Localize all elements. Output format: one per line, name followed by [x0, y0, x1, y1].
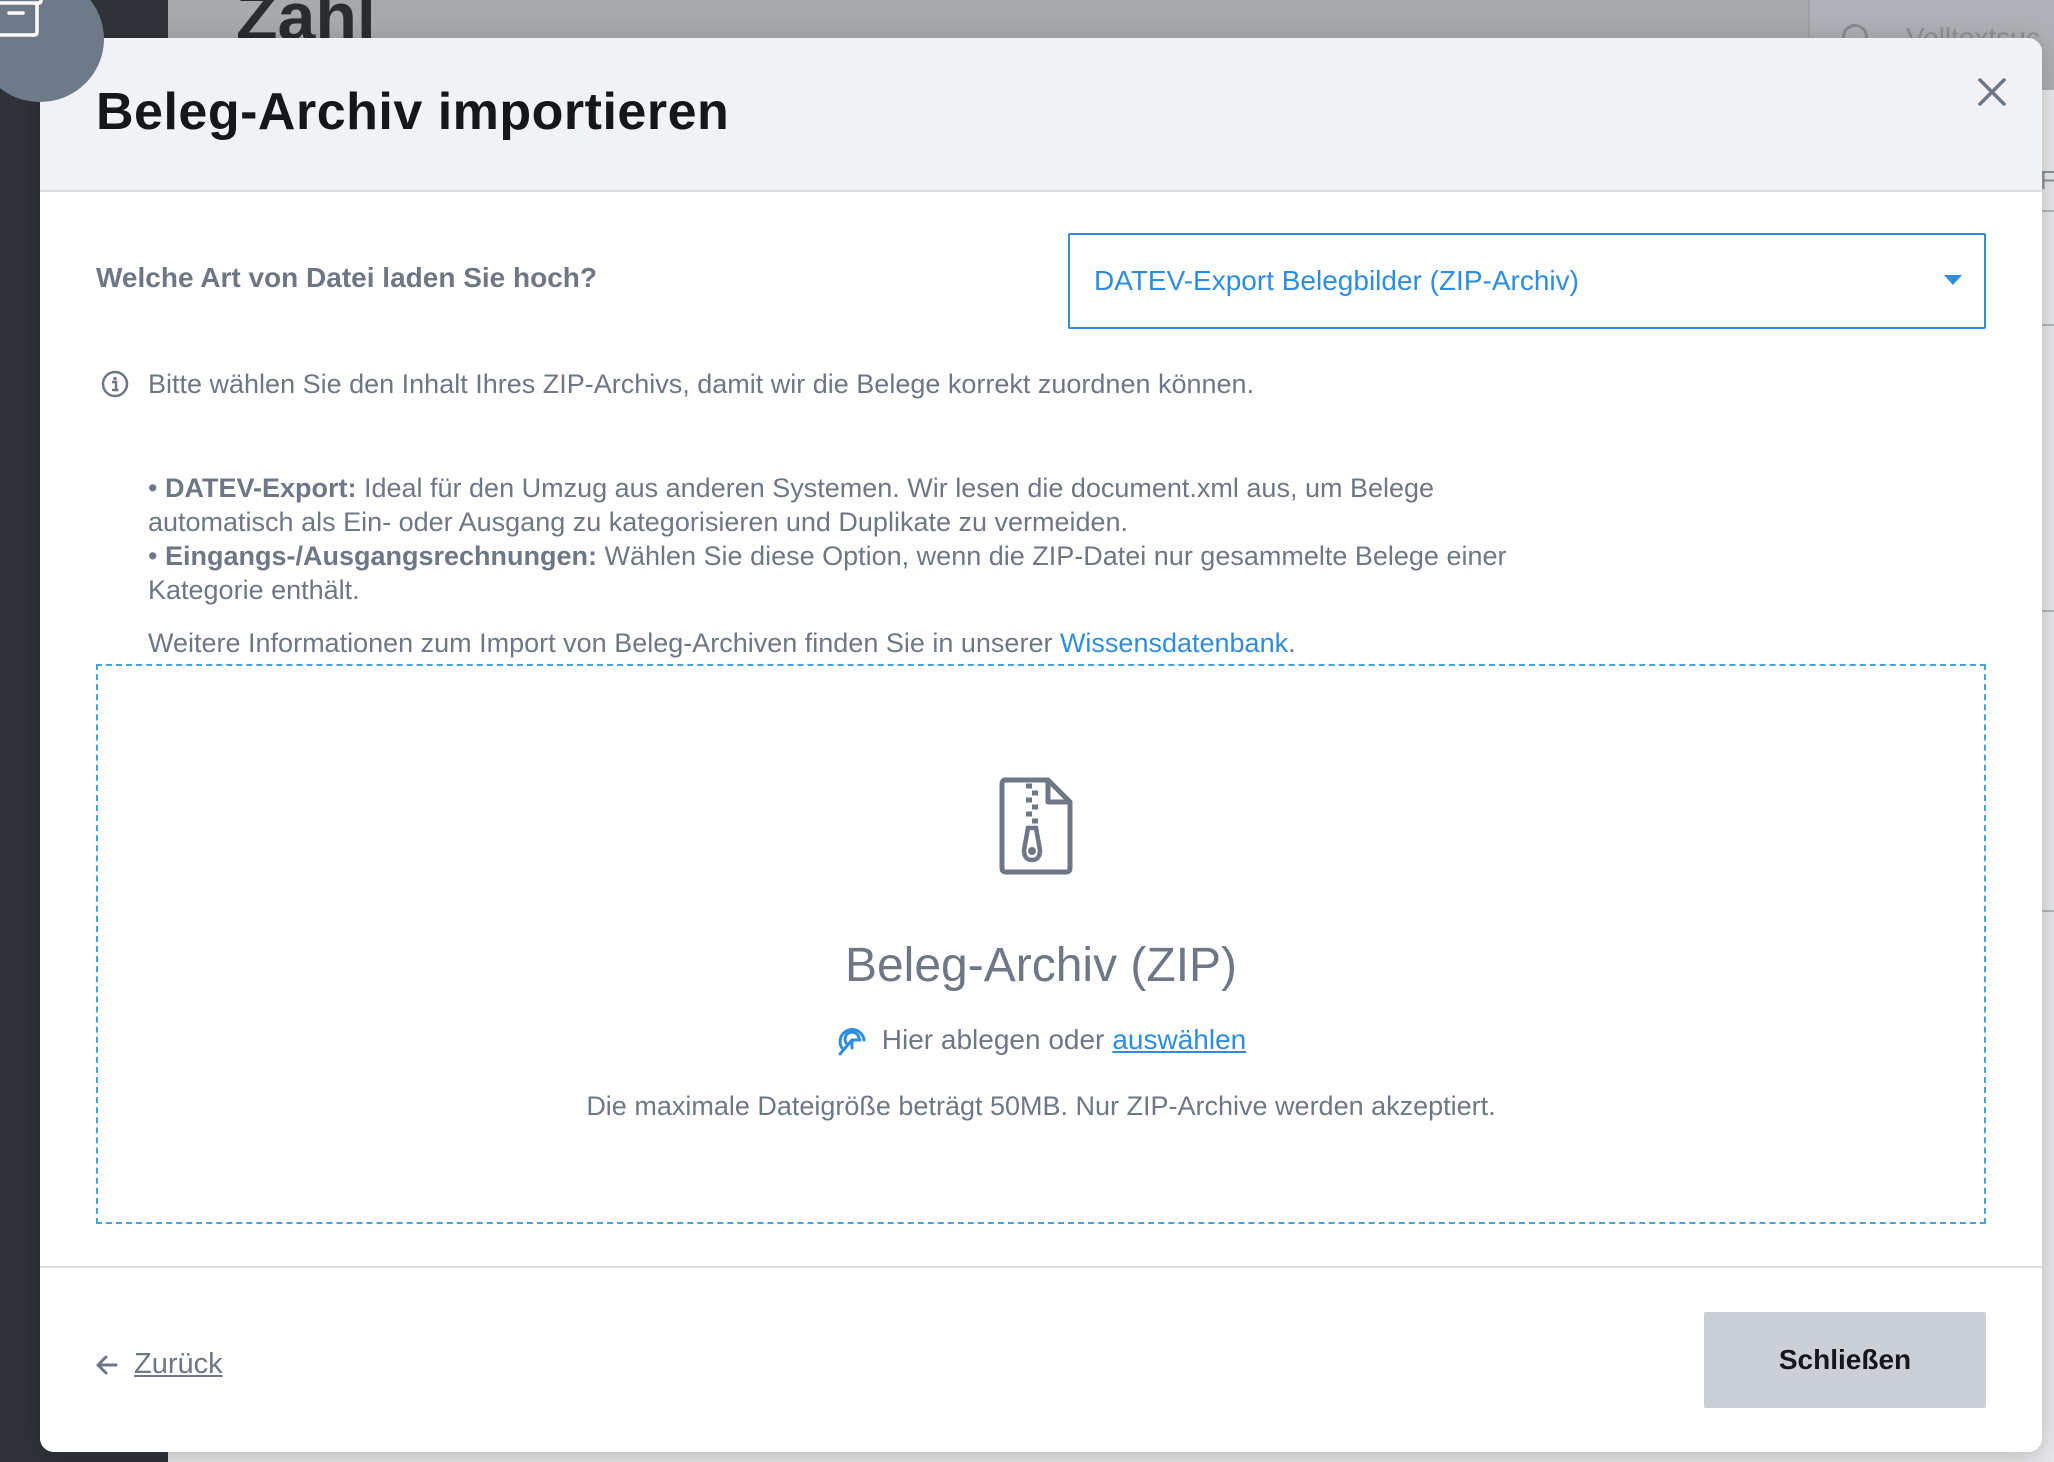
- close-icon: [1978, 78, 2006, 106]
- back-label: Zurück: [134, 1348, 223, 1380]
- dialog-title: Beleg-Archiv importieren: [96, 83, 730, 141]
- datev-description: Ideal für den Umzug aus anderen Systemen…: [356, 473, 1435, 503]
- datev-description-cont: automatisch als Ein- oder Ausgang zu kat…: [148, 507, 1129, 537]
- more-info-prefix: Weitere Informationen zum Import von Bel…: [148, 628, 1060, 658]
- select-file-link[interactable]: auswählen: [1112, 1024, 1246, 1056]
- close-dialog-button[interactable]: Schließen: [1704, 1312, 1986, 1408]
- list-item: • Eingangs-/Ausgangsrechnungen: Wählen S…: [148, 541, 1507, 571]
- app-divider: [2040, 210, 2054, 212]
- chevron-down-icon: [1944, 275, 1962, 285]
- info-intro-text: Bitte wählen Sie den Inhalt Ihres ZIP-Ar…: [148, 369, 1255, 399]
- list-item: • DATEV-Export: Ideal für den Umzug aus …: [148, 473, 1435, 503]
- dialog-header: Beleg-Archiv importieren: [40, 38, 2042, 192]
- inout-description-cont: Kategorie enthält.: [148, 575, 360, 605]
- datev-term: DATEV-Export:: [164, 473, 357, 503]
- back-button[interactable]: Zurück: [96, 1348, 223, 1381]
- app-divider: [2040, 610, 2054, 612]
- arrow-left-icon: [96, 1355, 118, 1374]
- import-options-list: • DATEV-Export: Ideal für den Umzug aus …: [148, 471, 1506, 607]
- inout-term: Eingangs-/Ausgangsrechnungen:: [164, 541, 597, 571]
- archive-icon: [0, 0, 43, 37]
- inout-description: Wählen Sie diese Option, wenn die ZIP-Da…: [597, 541, 1507, 571]
- more-info-text: Weitere Informationen zum Import von Bel…: [148, 626, 1296, 660]
- zip-dropzone[interactable]: Beleg-Archiv (ZIP) Hier ablegen oder aus…: [96, 664, 1986, 1224]
- file-size-hint: Die maximale Dateigröße beträgt 50MB. Nu…: [586, 1091, 1496, 1121]
- filetype-select[interactable]: DATEV-Export Belegbilder (ZIP-Archiv): [1068, 233, 1986, 329]
- drop-text: Hier ablegen oder: [881, 1024, 1105, 1055]
- app-side-letter: F: [2040, 165, 2054, 195]
- more-info-suffix: .: [1288, 628, 1296, 658]
- dialog-footer: Zurück Schließen: [40, 1266, 2042, 1452]
- knowledge-base-link[interactable]: Wissensdatenbank: [1060, 628, 1288, 658]
- info-icon: [101, 370, 129, 398]
- filetype-select-value: DATEV-Export Belegbilder (ZIP-Archiv): [1094, 265, 1579, 296]
- import-archive-dialog: Beleg-Archiv importieren Welche Art von …: [40, 38, 2042, 1452]
- close-button[interactable]: [1968, 68, 2016, 116]
- dropzone-title: Beleg-Archiv (ZIP): [844, 939, 1238, 992]
- filetype-label: Welche Art von Datei laden Sie hoch?: [96, 262, 597, 293]
- dropzone-instruction: Hier ablegen oder auswählen: [98, 1024, 1984, 1056]
- app-divider: [2040, 910, 2054, 912]
- app-divider: [2040, 324, 2054, 326]
- drop-target-icon: [838, 1028, 866, 1056]
- zip-file-icon: [999, 777, 1073, 875]
